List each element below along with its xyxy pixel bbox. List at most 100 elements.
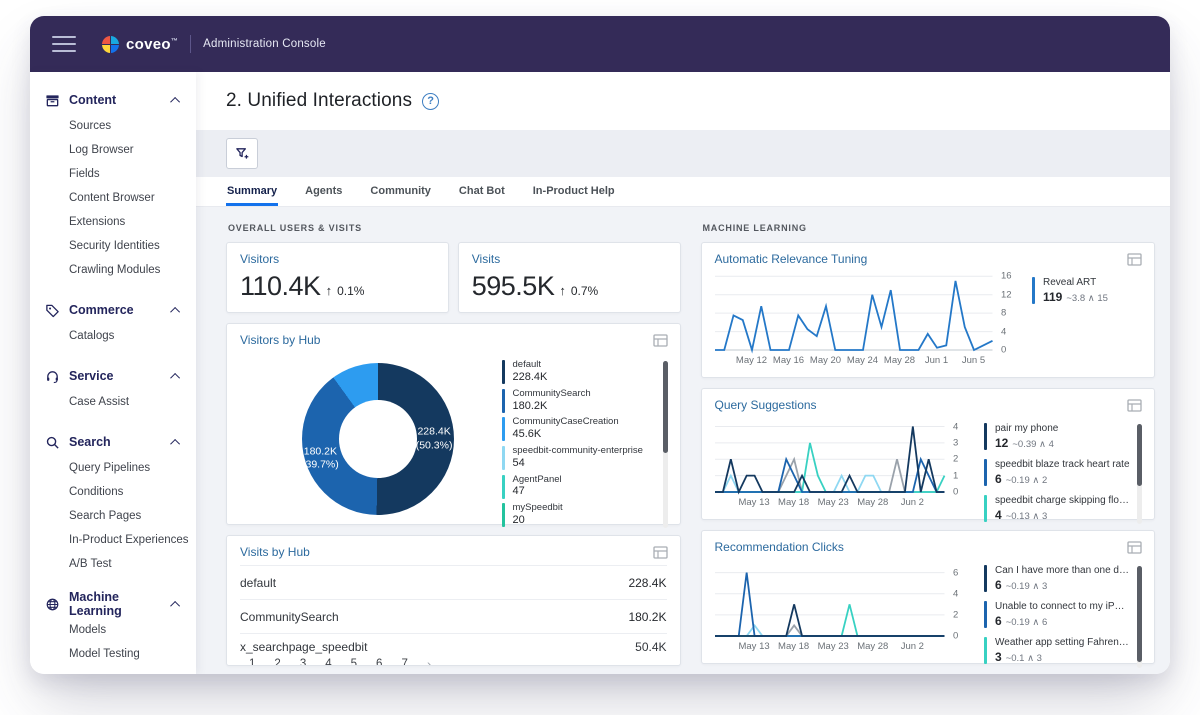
legend-item[interactable]: AgentPanel 47	[501, 474, 654, 500]
legend-item[interactable]: speedbit blaze track heart rate 6 ~0.19 ∧…	[984, 458, 1130, 486]
legend-scrollbar[interactable]	[662, 361, 668, 528]
help-icon[interactable]: ?	[422, 92, 440, 110]
sidebar-item[interactable]: Model Testing	[30, 642, 196, 666]
trademark: ™	[170, 37, 179, 45]
legend-item[interactable]: Reveal ART 119 ~3.8 ∧ 15	[1032, 276, 1130, 304]
table-view-icon[interactable]	[652, 545, 668, 559]
tab-summary[interactable]: Summary	[226, 183, 279, 206]
legend-color-bar	[984, 495, 987, 522]
tab-in-product-help[interactable]: In-Product Help	[532, 183, 616, 206]
legend-color-bar	[501, 417, 505, 442]
donut-legend: default 228.4K CommunitySearch 180.2K Co…	[501, 357, 670, 531]
sidebar-item[interactable]: Fields	[30, 162, 196, 186]
sidebar-section-header[interactable]: Service	[30, 362, 196, 390]
legend-item[interactable]: mySpeedbit 20	[501, 502, 654, 528]
recommendation-clicks-card: Recommendation Clicks May 13 May 18 May 23…	[700, 530, 1155, 668]
legend-scrollbar[interactable]	[1137, 566, 1142, 668]
sidebar-item[interactable]: Search Pages	[30, 504, 196, 528]
legend-item[interactable]: Weather app setting Fahrenheit t... 3~0.…	[984, 636, 1130, 664]
legend-stats: 4 ~0.13 ∧ 3	[995, 508, 1048, 522]
sidebar-item[interactable]: Content Browser	[30, 186, 196, 210]
legend-item[interactable]: speedbit charge skipping floors 4 ~0.13 ∧…	[984, 494, 1130, 522]
hub-table: default 228.4K CommunitySearch 180.2K x_se…	[227, 565, 680, 657]
legend-item[interactable]: Unable to connect to my iPhone 6 ~0.19 ∧ …	[984, 600, 1130, 628]
app-window: coveo™ Administration Console Content So…	[30, 16, 1170, 674]
page-number[interactable]: 2	[274, 658, 280, 665]
table-row[interactable]: x_searchpage_speedbit 50.4K	[240, 633, 667, 657]
trend-up-icon: ↑	[559, 283, 566, 298]
tab-chat-bot[interactable]: Chat Bot	[458, 183, 506, 206]
headset-icon	[45, 369, 60, 384]
table-view-icon[interactable]	[1127, 540, 1142, 554]
page-number[interactable]: 6	[376, 658, 382, 665]
table-view-icon[interactable]	[652, 333, 668, 347]
card-title: Visitors by Hub	[240, 333, 321, 347]
visitors-by-hub-card: Visitors by Hub 228.4K (50.3%) 180.2K (3…	[226, 323, 681, 528]
page-number[interactable]: 4	[325, 658, 331, 665]
legend-value: 47	[512, 485, 525, 498]
y-axis-labels: 0246	[953, 567, 959, 642]
next-page-icon[interactable]: ›	[427, 657, 432, 665]
sidebar-item[interactable]: Crawling Modules	[30, 258, 196, 282]
sidebar-item[interactable]: Log Browser	[30, 138, 196, 162]
coveo-logo-icon	[102, 35, 119, 53]
query-suggestions-card: Query Suggestions May 13 May 18 May 23 May …	[700, 388, 1155, 524]
legend-item[interactable]: Can I have more than one device... 6~0.1…	[984, 564, 1130, 592]
sidebar-item[interactable]: Catalogs	[30, 324, 196, 348]
legend-item[interactable]: CommunitySearch 180.2K	[501, 387, 654, 414]
donut-callout: 228.4K (50.3%)	[415, 425, 453, 451]
legend-stats: 6 ~0.19 ∧ 2	[995, 472, 1048, 486]
visits-by-hub-card: Visits by Hub default 228.4K CommunitySe…	[226, 535, 681, 666]
page-number[interactable]: 3	[300, 658, 306, 665]
sidebar-item[interactable]: Case Assist	[30, 390, 196, 414]
legend-item[interactable]: pair my phone 12 ~0.39 ∧ 4	[984, 422, 1130, 450]
table-row[interactable]: default 228.4K	[240, 565, 667, 599]
sidebar-item[interactable]: Extensions	[30, 210, 196, 234]
legend-item[interactable]: default 228.4K	[501, 359, 654, 385]
plot-area	[715, 274, 993, 350]
legend-label: Reveal ART	[1043, 277, 1097, 288]
chart-legend: Can I have more than one device... 6~0.1…	[974, 562, 1144, 672]
legend-label: speedbit-community-enterprise	[512, 444, 643, 456]
legend-scrollbar[interactable]	[1137, 424, 1142, 524]
sidebar-section-header[interactable]: Content	[30, 86, 196, 114]
hamburger-menu-icon[interactable]	[52, 36, 76, 52]
add-filter-button[interactable]	[226, 138, 258, 169]
sidebar-item[interactable]: Sources	[30, 114, 196, 138]
card-title: Query Suggestions	[714, 398, 817, 412]
legend-color-bar	[984, 459, 987, 486]
tab-agents[interactable]: Agents	[304, 183, 343, 206]
legend-value: 228.4K	[512, 370, 548, 383]
page-number[interactable]: 7	[401, 658, 407, 665]
dashboard-content: OVERALL USERS & VISITS Visitors 110.4K ↑…	[196, 207, 1170, 674]
sidebar-item[interactable]: Security Identities	[30, 234, 196, 258]
page-number[interactable]: 5	[351, 658, 357, 665]
legend-item[interactable]: speedbit-community-enterprise 54	[501, 444, 654, 471]
sidebar-section: Search Query Pipelines Conditions Search P…	[30, 428, 196, 576]
section-label-overall: OVERALL USERS & VISITS	[228, 223, 362, 233]
left-column: OVERALL USERS & VISITS Visitors 110.4K ↑…	[226, 219, 681, 674]
sidebar-item[interactable]: Conditions	[30, 480, 196, 504]
sidebar-item[interactable]: A/B Test	[30, 552, 196, 576]
page-number[interactable]: 1	[249, 658, 255, 665]
sidebar-item[interactable]: Models	[30, 618, 196, 642]
legend-list: default 228.4K CommunitySearch 180.2K Co…	[501, 359, 654, 528]
table-view-icon[interactable]	[1127, 398, 1142, 412]
legend-stats: 6 ~0.19 ∧ 6	[995, 614, 1048, 628]
sidebar-item[interactable]: In-Product Experiences	[30, 528, 196, 552]
table-row[interactable]: CommunitySearch 180.2K	[240, 599, 667, 633]
legend-color-bar	[984, 601, 987, 628]
y-axis-labels: 0 4 8 12 16	[1001, 270, 1012, 356]
sidebar-section-header[interactable]: Machine Learning	[30, 590, 196, 618]
donut-chart[interactable]: 228.4K (50.3%) 180.2K (39.7%)	[302, 363, 454, 515]
legend-item[interactable]: CommunityCaseCreation 45.6K	[501, 416, 654, 442]
legend-value: 54	[512, 456, 525, 469]
sidebar-section-items: Models Model Testing	[30, 618, 196, 666]
sidebar-item[interactable]: Query Pipelines	[30, 456, 196, 480]
sidebar-section-label: Search	[69, 435, 111, 449]
table-view-icon[interactable]	[1127, 252, 1142, 266]
sidebar-section-header[interactable]: Commerce	[30, 296, 196, 324]
sidebar-section-header[interactable]: Search	[30, 428, 196, 456]
legend-label: CommunitySearch	[512, 387, 591, 399]
tab-community[interactable]: Community	[369, 183, 432, 206]
